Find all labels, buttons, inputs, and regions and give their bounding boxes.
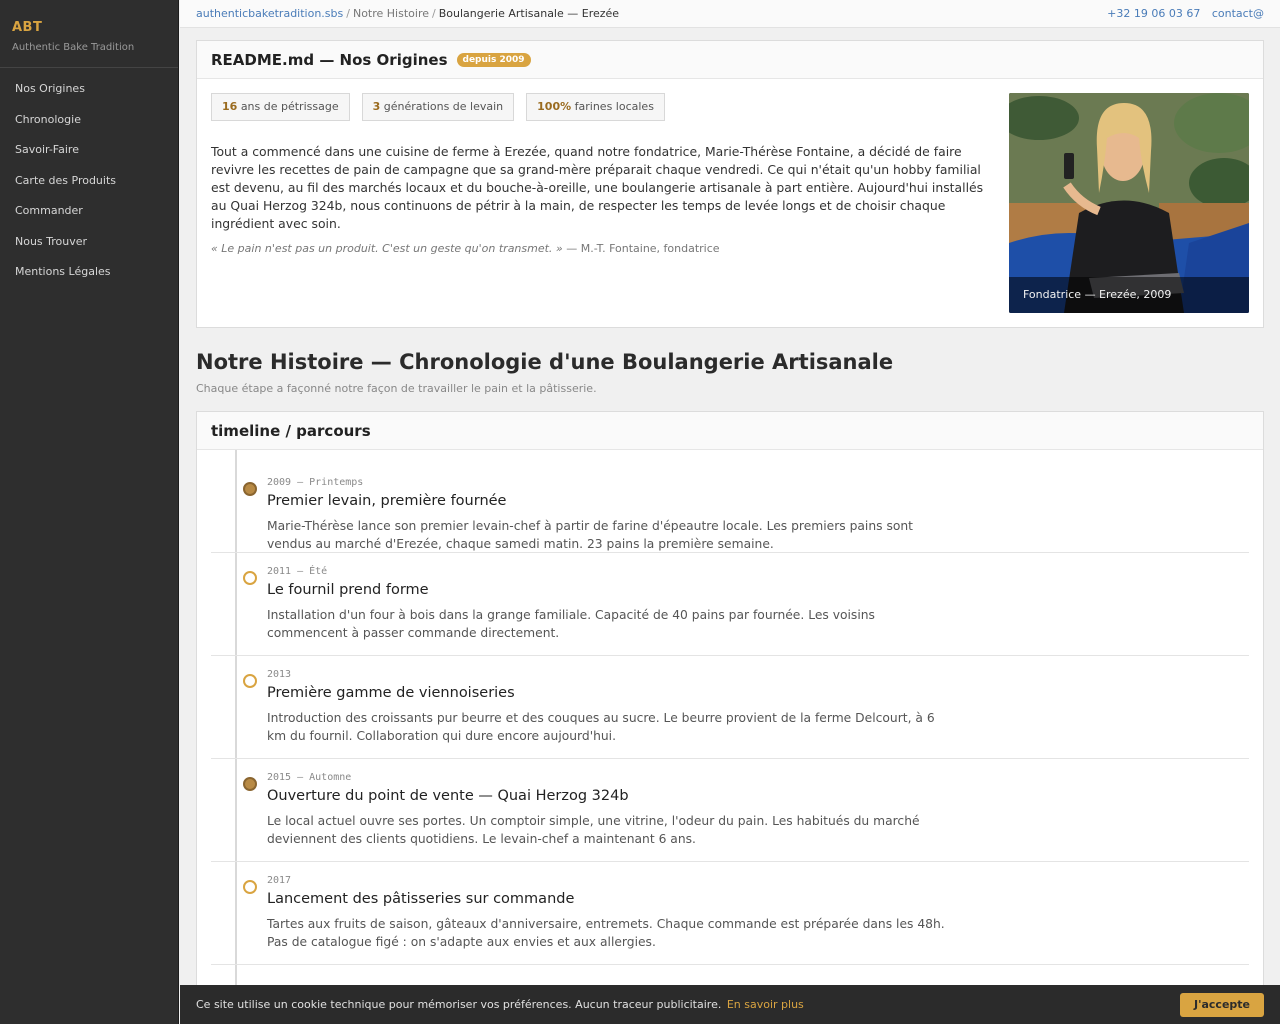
timeline-date: 2009 — Printemps (267, 477, 364, 488)
contact-links: +32 19 06 03 67 contact@ (1099, 0, 1264, 27)
quote-text: « Le pain n'est pas un produit. C'est un… (211, 242, 563, 255)
timeline-item-title: Premier levain, première fournée (267, 493, 507, 509)
topbar: authenticbaketradition.sbs / Notre Histoir… (180, 0, 1280, 28)
timeline-dot (243, 674, 257, 688)
timeline-dot (243, 482, 257, 496)
timeline-body: 2009 — Printemps Premier levain, premièr… (197, 450, 1263, 1024)
timeline-item-desc: Marie-Thérèse lance son premier levain-c… (267, 519, 914, 551)
sidebar-item-nos-origines[interactable]: Nos Origines (0, 79, 178, 110)
cookie-learn-more-link[interactable]: En savoir plus (727, 998, 804, 1011)
timeline-item-title: Le fournil prend forme (267, 582, 429, 598)
stat-value: 100% (537, 100, 572, 113)
stat-chip: 100% farines locales (526, 93, 665, 121)
stat-label: ans de pétrissage (240, 100, 339, 113)
breadcrumb-section[interactable]: Notre Histoire (353, 7, 429, 20)
timeline-date: 2011 — Été (267, 566, 328, 577)
stat-value: 3 (372, 100, 381, 113)
history-subtitle: Chaque étape a façonné notre façon de tr… (196, 382, 597, 395)
stat-label: farines locales (574, 100, 654, 113)
timeline-item: 2013 Première gamme de viennoiseries Int… (211, 656, 1249, 759)
stat-chip: 3 générations de levain (361, 93, 515, 121)
readme-body: 16 ans de pétrissage 3 générations de le… (197, 79, 1263, 327)
timeline-item: 2015 — Automne Ouverture du point de ven… (211, 759, 1249, 862)
sidebar-item-savoir-faire[interactable]: Savoir-Faire (0, 140, 178, 171)
brand-tagline: Authentic Bake Tradition (12, 42, 135, 53)
sidebar: ABT Authentic Bake Tradition Nos Origine… (0, 0, 179, 1024)
timeline-item-title: Première gamme de viennoiseries (267, 685, 515, 701)
main-content: README.md — Nos Origines depuis 2009 16 … (180, 28, 1280, 1024)
phone-link[interactable]: +32 19 06 03 67 (1107, 7, 1200, 20)
timeline-item: 2011 — Été Le fournil prend forme Instal… (211, 553, 1249, 656)
breadcrumb-site-link[interactable]: authenticbaketradition.sbs (196, 7, 343, 20)
timeline-item-desc: Tartes aux fruits de saison, gâteaux d'a… (267, 917, 945, 949)
timeline-header: timeline / parcours (197, 412, 1263, 450)
timeline-item-desc: Installation d'un four à bois dans la gr… (267, 608, 875, 640)
founder-photo: Fondatrice — Erezée, 2009 (1009, 93, 1249, 313)
email-link[interactable]: contact@ (1212, 7, 1264, 20)
timeline-item: 2009 — Printemps Premier levain, premièr… (211, 450, 1249, 553)
cookie-text: Ce site utilise un cookie technique pour… (196, 998, 722, 1011)
sidebar-item-mentions-legales[interactable]: Mentions Légales (0, 262, 178, 293)
readme-header: README.md — Nos Origines depuis 2009 (197, 41, 1263, 79)
stat-chip: 16 ans de pétrissage (211, 93, 350, 121)
sidebar-item-nous-trouver[interactable]: Nous Trouver (0, 232, 178, 263)
timeline-date: 2013 (267, 669, 292, 680)
breadcrumb-current: Boulangerie Artisanale — Erezée (438, 7, 620, 20)
timeline-item-desc: Le local actuel ouvre ses portes. Un com… (267, 814, 920, 846)
timeline-title: timeline / parcours (211, 421, 371, 440)
cookie-banner: Ce site utilise un cookie technique pour… (180, 985, 1280, 1024)
breadcrumb-separator: / (432, 7, 436, 20)
sidebar-item-commander[interactable]: Commander (0, 201, 178, 232)
history-title: Notre Histoire — Chronologie d'une Boula… (196, 350, 894, 374)
origin-story: Tout a commencé dans une cuisine de ferm… (211, 144, 984, 231)
breadcrumb-separator: / (346, 7, 350, 20)
sidebar-item-carte-des-produits[interactable]: Carte des Produits (0, 171, 178, 202)
timeline-date: 2015 — Automne (267, 772, 352, 783)
cookie-accept-button[interactable]: J'accepte (1180, 993, 1264, 1017)
since-badge: depuis 2009 (456, 52, 531, 67)
brand-name[interactable]: ABT (12, 20, 166, 35)
photo-caption: Fondatrice — Erezée, 2009 (1009, 277, 1249, 313)
timeline-item: 2017 Lancement des pâtisseries sur comma… (211, 862, 1249, 965)
brand: ABT Authentic Bake Tradition (0, 0, 178, 68)
quote-author: — M.-T. Fontaine, fondatrice (566, 242, 720, 255)
timeline-dot (243, 571, 257, 585)
readme-card: README.md — Nos Origines depuis 2009 16 … (196, 40, 1264, 328)
timeline-dot (243, 777, 257, 791)
timeline-dot (243, 880, 257, 894)
sidebar-item-chronologie[interactable]: Chronologie (0, 110, 178, 141)
timeline-item-desc: Introduction des croissants pur beurre e… (267, 711, 935, 743)
timeline-item-title: Ouverture du point de vente — Quai Herzo… (267, 788, 629, 804)
stat-label: générations de levain (383, 100, 504, 113)
timeline-date: 2017 (267, 875, 292, 886)
timeline-item-title: Lancement des pâtisseries sur commande (267, 891, 575, 907)
stat-value: 16 (222, 100, 238, 113)
timeline-card: timeline / parcours 2009 — Printemps Pre… (196, 411, 1264, 1024)
sidebar-nav: Nos Origines Chronologie Savoir-Faire Ca… (0, 68, 178, 293)
readme-title: README.md — Nos Origines (211, 50, 448, 69)
